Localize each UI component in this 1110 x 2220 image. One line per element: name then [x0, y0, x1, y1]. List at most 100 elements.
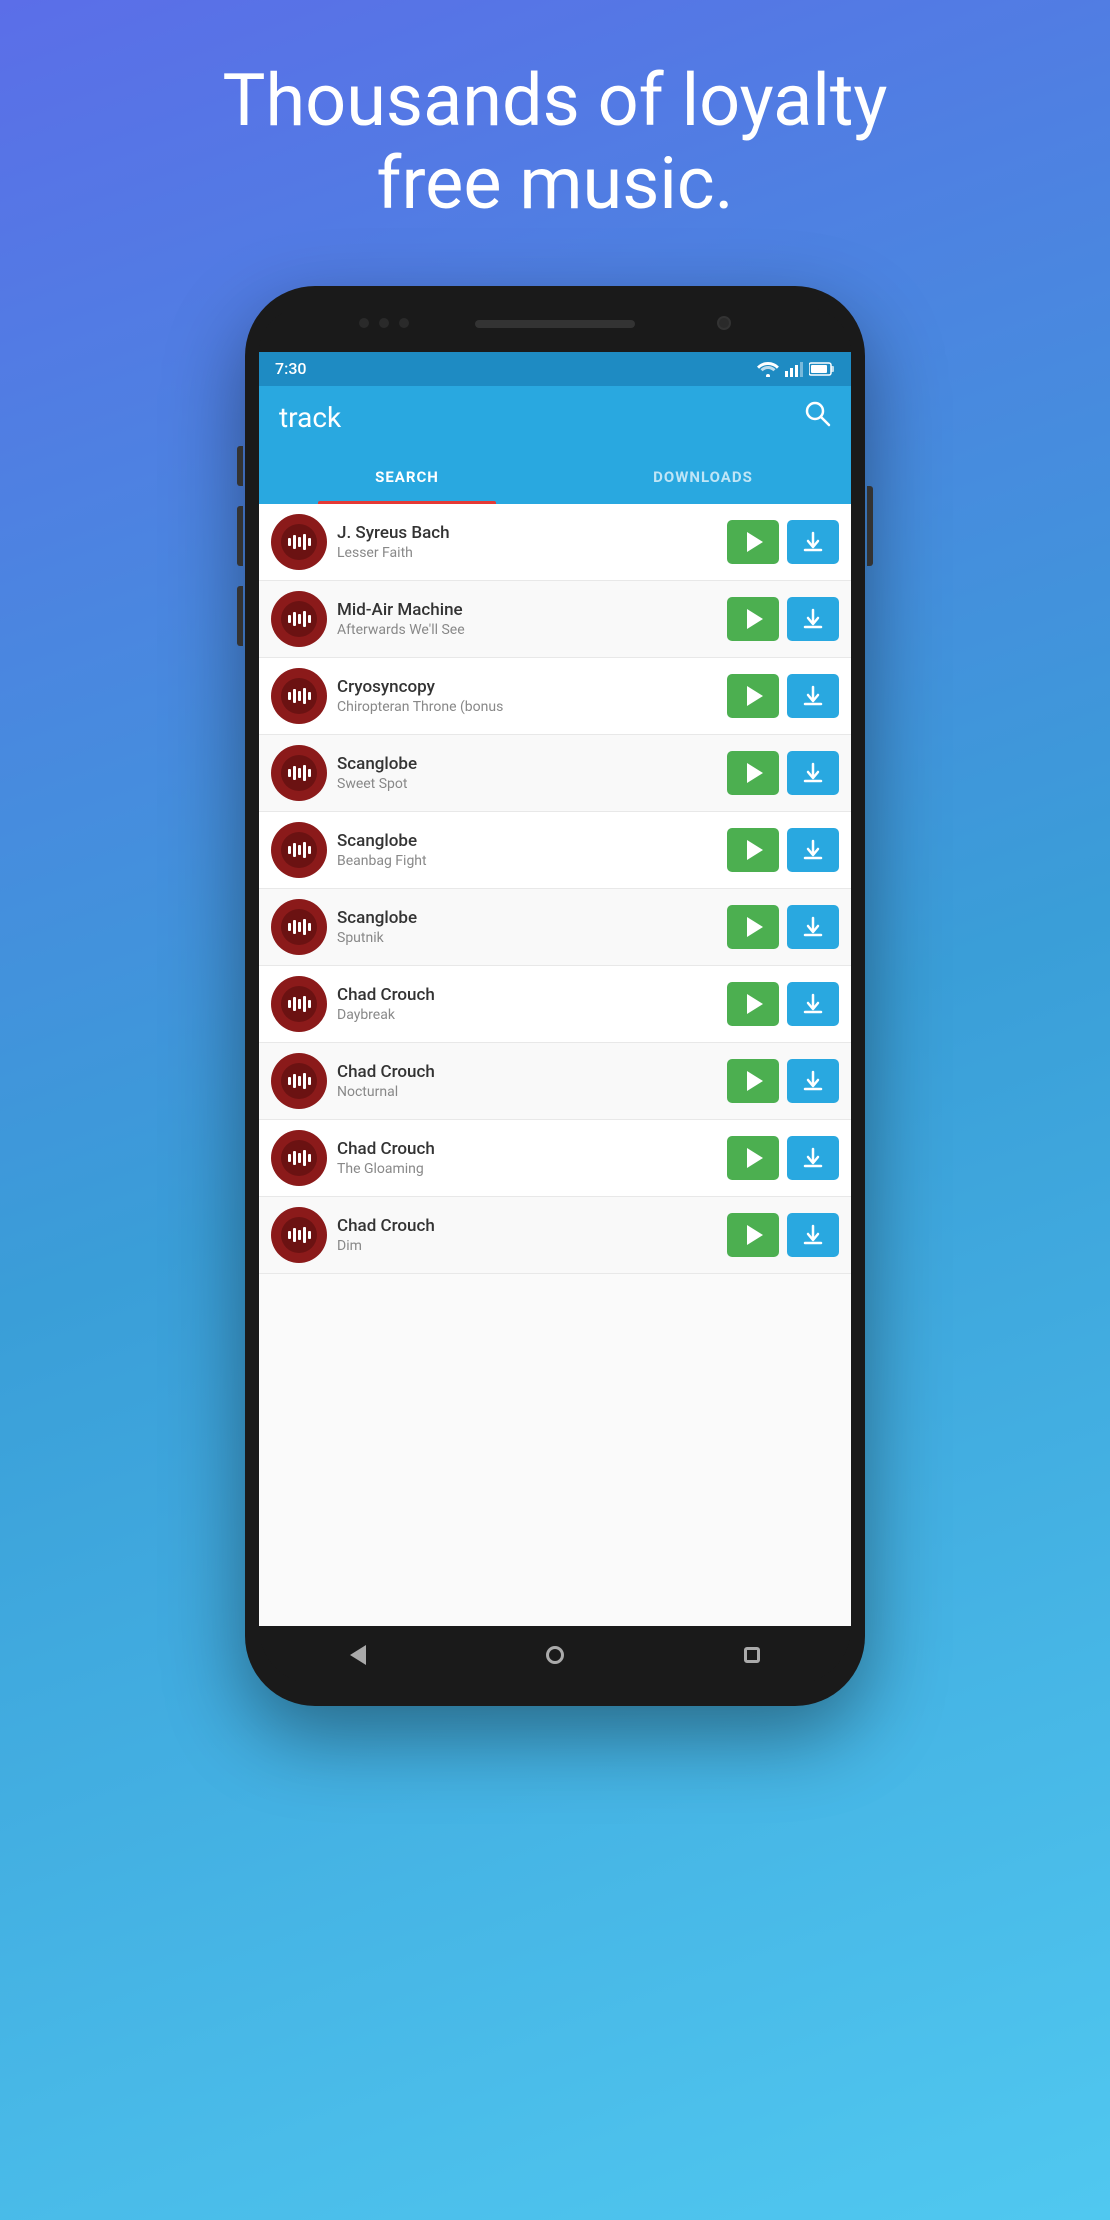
download-button[interactable] — [787, 1136, 839, 1180]
download-button[interactable] — [787, 905, 839, 949]
wave-bar-2 — [293, 1074, 296, 1088]
sensor-dot — [359, 318, 369, 328]
track-artist: Scanglobe — [337, 754, 717, 774]
track-info: Scanglobe Sweet Spot — [337, 754, 717, 792]
tab-downloads[interactable]: DOWNLOADS — [555, 450, 851, 504]
wave-bar-1 — [288, 1000, 291, 1008]
track-actions — [727, 982, 839, 1026]
track-actions — [727, 520, 839, 564]
download-button[interactable] — [787, 674, 839, 718]
wave-bar-2 — [293, 843, 296, 857]
volume-down-button — [237, 586, 243, 646]
track-song: Dim — [337, 1238, 717, 1254]
wave-bar-4 — [303, 1150, 306, 1166]
track-actions — [727, 1213, 839, 1257]
wave-icon — [288, 919, 311, 935]
phone-frame: 7:30 — [245, 286, 865, 1706]
track-artist: Chad Crouch — [337, 1216, 717, 1236]
wave-bar-1 — [288, 1231, 291, 1239]
track-info: Mid-Air Machine Afterwards We'll See — [337, 600, 717, 638]
play-button[interactable] — [727, 1136, 779, 1180]
wave-bar-2 — [293, 920, 296, 934]
track-avatar — [271, 976, 327, 1032]
play-icon — [747, 1225, 763, 1245]
play-button[interactable] — [727, 905, 779, 949]
wave-bar-5 — [308, 692, 311, 700]
download-icon — [802, 531, 824, 553]
track-song: Chiropteran Throne (bonus — [337, 699, 717, 715]
download-button[interactable] — [787, 1059, 839, 1103]
track-song: Sweet Spot — [337, 776, 717, 792]
download-button[interactable] — [787, 828, 839, 872]
wave-bar-3 — [298, 614, 301, 624]
track-avatar — [271, 899, 327, 955]
sensor-dot-2 — [399, 318, 409, 328]
wave-bar-4 — [303, 842, 306, 858]
track-avatar — [271, 822, 327, 878]
track-list: J. Syreus Bach Lesser Faith — [259, 504, 851, 1626]
power-button — [867, 486, 873, 566]
track-artist: Chad Crouch — [337, 985, 717, 1005]
volume-up-button — [237, 506, 243, 566]
track-actions — [727, 1059, 839, 1103]
search-button[interactable] — [805, 401, 831, 434]
download-button[interactable] — [787, 597, 839, 641]
home-icon — [546, 1646, 564, 1664]
download-button[interactable] — [787, 1213, 839, 1257]
track-actions — [727, 751, 839, 795]
wave-bar-1 — [288, 846, 291, 854]
home-button[interactable] — [535, 1635, 575, 1675]
play-button[interactable] — [727, 1213, 779, 1257]
track-artist: Scanglobe — [337, 908, 717, 928]
play-button[interactable] — [727, 982, 779, 1026]
track-actions — [727, 828, 839, 872]
track-avatar-inner — [281, 755, 317, 791]
play-button[interactable] — [727, 828, 779, 872]
download-icon — [802, 993, 824, 1015]
download-button[interactable] — [787, 751, 839, 795]
wave-bar-2 — [293, 612, 296, 626]
track-avatar-inner — [281, 1217, 317, 1253]
wave-icon — [288, 996, 311, 1012]
tab-search[interactable]: SEARCH — [259, 450, 555, 504]
track-avatar-inner — [281, 678, 317, 714]
play-button[interactable] — [727, 674, 779, 718]
track-avatar — [271, 514, 327, 570]
track-artist: Chad Crouch — [337, 1139, 717, 1159]
wave-icon — [288, 688, 311, 704]
recents-button[interactable] — [732, 1635, 772, 1675]
tab-downloads-label: DOWNLOADS — [653, 468, 753, 486]
play-icon — [747, 917, 763, 937]
back-button[interactable] — [338, 1635, 378, 1675]
download-button[interactable] — [787, 520, 839, 564]
track-artist: J. Syreus Bach — [337, 523, 717, 543]
mute-button — [237, 446, 243, 486]
wave-bar-1 — [288, 1154, 291, 1162]
wave-bar-5 — [308, 1000, 311, 1008]
wave-bar-1 — [288, 923, 291, 931]
track-item: Scanglobe Sputnik — [259, 889, 851, 966]
track-item: Mid-Air Machine Afterwards We'll See — [259, 581, 851, 658]
play-button[interactable] — [727, 520, 779, 564]
wave-bar-3 — [298, 691, 301, 701]
download-icon — [802, 685, 824, 707]
play-icon — [747, 1148, 763, 1168]
track-artist: Cryosyncopy — [337, 677, 717, 697]
track-song: Sputnik — [337, 930, 717, 946]
play-button[interactable] — [727, 751, 779, 795]
download-button[interactable] — [787, 982, 839, 1026]
wave-icon — [288, 842, 311, 858]
track-avatar-inner — [281, 1063, 317, 1099]
track-avatar — [271, 1130, 327, 1186]
play-button[interactable] — [727, 1059, 779, 1103]
download-icon — [802, 1224, 824, 1246]
track-artist: Chad Crouch — [337, 1062, 717, 1082]
track-item: J. Syreus Bach Lesser Faith — [259, 504, 851, 581]
track-item: Cryosyncopy Chiropteran Throne (bonus — [259, 658, 851, 735]
app-title: track — [279, 401, 341, 434]
track-actions — [727, 597, 839, 641]
tabs: SEARCH DOWNLOADS — [259, 450, 851, 504]
play-icon — [747, 994, 763, 1014]
wave-bar-2 — [293, 1151, 296, 1165]
play-button[interactable] — [727, 597, 779, 641]
